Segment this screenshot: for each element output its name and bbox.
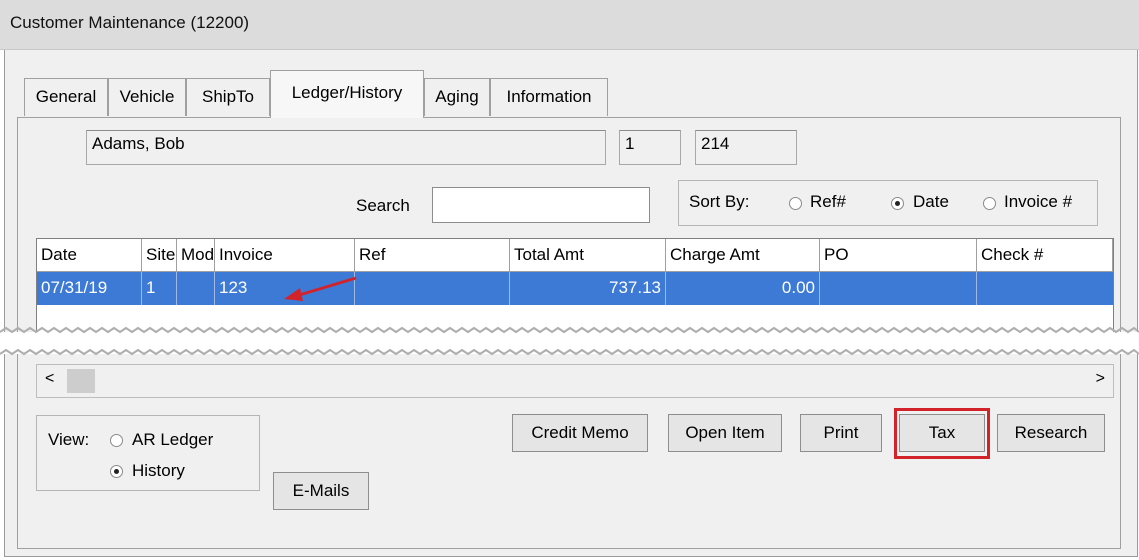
window-title: Customer Maintenance (12200)	[10, 13, 250, 32]
research-button[interactable]: Research	[997, 414, 1105, 452]
title-bar: Customer Maintenance (12200)	[0, 0, 1139, 50]
scroll-right-icon[interactable]: >	[1096, 370, 1105, 388]
column-header-charge-amt[interactable]: Charge Amt	[666, 239, 820, 272]
column-header-site[interactable]: Site	[142, 239, 177, 272]
tab-information[interactable]: Information	[490, 78, 608, 116]
column-header-total-amt[interactable]: Total Amt	[510, 239, 666, 272]
search-input[interactable]	[432, 187, 650, 223]
invoice-arrow-annotation	[284, 276, 357, 301]
emails-button[interactable]: E-Mails	[273, 472, 369, 510]
customer-site-field: 1	[619, 130, 681, 165]
column-header-date[interactable]: Date	[37, 239, 142, 272]
sort-ref-label[interactable]: Ref#	[810, 192, 846, 212]
customer-number-field: 214	[695, 130, 797, 165]
search-label: Search	[356, 196, 410, 215]
credit-memo-button[interactable]: Credit Memo	[512, 414, 648, 452]
view-ar-ledger-radio[interactable]	[110, 434, 123, 447]
tab-aging[interactable]: Aging	[424, 78, 490, 116]
tab-ledger-history[interactable]: Ledger/History	[270, 70, 424, 118]
scroll-left-icon[interactable]: <	[45, 370, 54, 388]
view-history-radio[interactable]	[110, 465, 123, 478]
column-header-ref[interactable]: Ref	[355, 239, 510, 272]
tab-vehicle[interactable]: Vehicle	[108, 78, 186, 116]
open-item-button[interactable]: Open Item	[668, 414, 782, 452]
torn-edge-break	[0, 326, 1139, 356]
sort-date-label[interactable]: Date	[913, 192, 949, 212]
view-ar-ledger-label[interactable]: AR Ledger	[132, 430, 213, 450]
row-date-cell[interactable]: 07/31/19	[37, 272, 142, 305]
tab-shipto[interactable]: ShipTo	[186, 78, 270, 116]
customer-name-field: Adams, Bob	[86, 130, 606, 165]
sort-date-radio[interactable]	[891, 197, 904, 210]
row-check-cell[interactable]	[977, 272, 1113, 305]
tax-button-highlight	[894, 408, 990, 459]
row-charge-amt-cell[interactable]: 0.00	[666, 272, 820, 305]
tab-general[interactable]: General	[24, 78, 108, 116]
column-header-check[interactable]: Check #	[977, 239, 1113, 272]
view-label: View:	[48, 430, 90, 449]
sort-invoice-label[interactable]: Invoice #	[1004, 192, 1072, 212]
print-button[interactable]: Print	[800, 414, 882, 452]
customer-maintenance-window: Customer Maintenance (12200) General Veh…	[0, 0, 1139, 560]
row-mod-cell[interactable]	[177, 272, 215, 305]
scrollbar-thumb[interactable]	[67, 369, 95, 393]
horizontal-scrollbar[interactable]: < >	[36, 364, 1114, 398]
sort-by-label: Sort By:	[689, 192, 750, 211]
view-history-label[interactable]: History	[132, 461, 185, 481]
row-ref-cell[interactable]	[355, 272, 510, 305]
row-po-cell[interactable]	[820, 272, 977, 305]
row-site-cell[interactable]: 1	[142, 272, 177, 305]
column-header-po[interactable]: PO	[820, 239, 977, 272]
sort-ref-radio[interactable]	[789, 197, 802, 210]
column-header-mod[interactable]: Mod	[177, 239, 215, 272]
sort-invoice-radio[interactable]	[983, 197, 996, 210]
row-total-amt-cell[interactable]: 737.13	[510, 272, 666, 305]
